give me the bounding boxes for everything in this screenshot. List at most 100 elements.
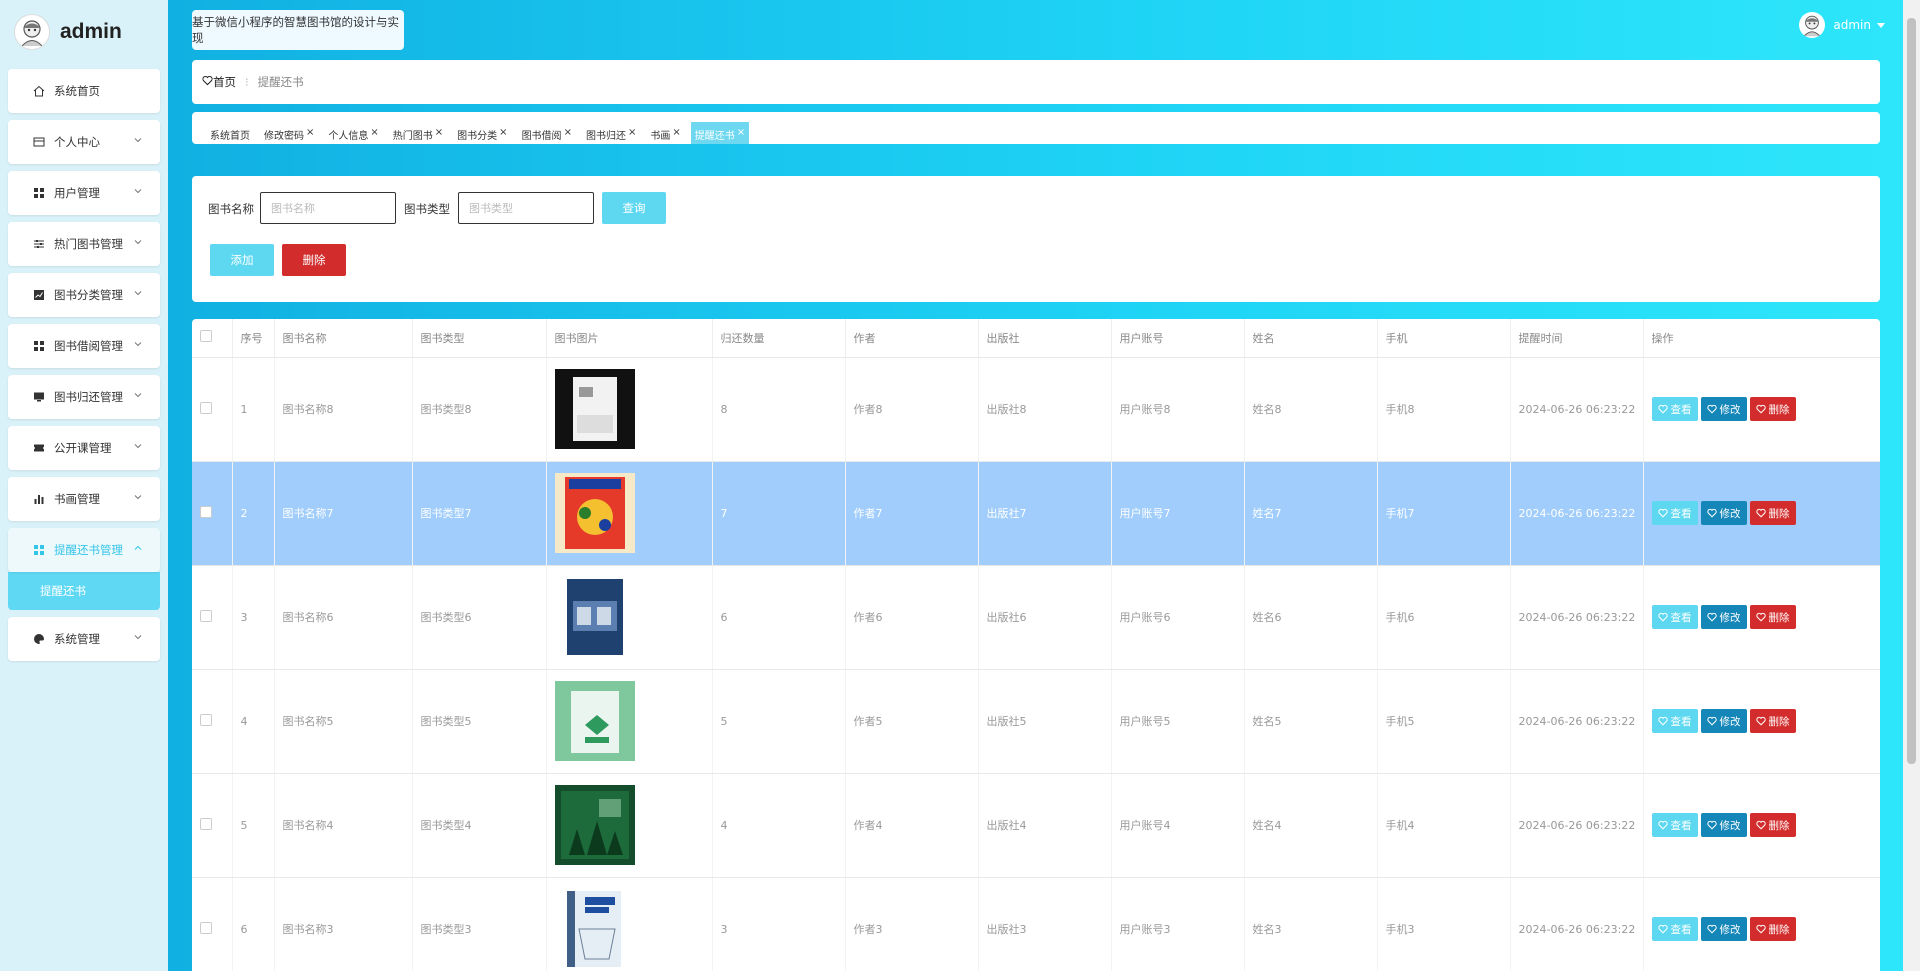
sidebar-item-painting[interactable]: 书画管理 [8,477,160,521]
query-button[interactable]: 查询 [602,192,666,224]
close-icon[interactable]: × [628,127,636,138]
close-icon[interactable]: × [435,127,443,138]
tag-return-reminder[interactable]: 提醒还书 × [690,122,750,144]
close-icon[interactable]: × [672,127,680,138]
table-row[interactable]: 2 图书名称7 图书类型7 7 作者7 出版社7 用户账号7 姓名7 手机7 2024-06-26… [192,461,1880,566]
close-icon[interactable]: × [737,127,745,138]
column-header: 序号 [232,319,275,358]
cell-actions: 查看 修改 删除 [1643,357,1880,462]
row-checkbox[interactable] [200,817,212,830]
delete-button[interactable]: 删除 [1749,501,1796,525]
book-name-input[interactable] [260,192,396,224]
delete-button[interactable]: 删除 [1749,709,1796,733]
sidebar-item-return-reminder[interactable]: 提醒还书管理 [8,528,160,572]
sidebar-item-system[interactable]: 系统管理 [8,617,160,661]
close-icon[interactable]: × [499,127,507,138]
edit-button[interactable]: 修改 [1700,813,1747,837]
row-select-cell[interactable] [192,669,233,774]
cell-author: 作者6 [845,565,979,670]
delete-button[interactable]: 删除 [1749,813,1796,837]
edit-button[interactable]: 修改 [1700,501,1747,525]
cell-realname: 姓名3 [1244,877,1378,971]
view-button[interactable]: 查看 [1651,605,1698,629]
sidebar-item-hot-books[interactable]: 热门图书管理 [8,222,160,266]
book-cover-image [554,889,635,969]
tag-hot-books[interactable]: 热门图书 × [389,122,447,144]
edit-button[interactable]: 修改 [1700,917,1747,941]
close-icon[interactable]: × [306,127,314,138]
table-row[interactable]: 6 图书名称3 图书类型3 3 作者3 出版社3 用户账号3 姓名3 手机3 2024-06-26… [192,877,1880,971]
sidebar-item-personal-center[interactable]: 个人中心 [8,120,160,164]
sidebar-item-book-category[interactable]: 图书分类管理 [8,273,160,317]
sidebar-item-label: 个人中心 [54,135,100,149]
book-type-input[interactable] [458,192,594,224]
row-select-cell[interactable] [192,565,233,670]
cell-book-name: 图书名称5 [274,669,413,774]
sidebar-item-label: 系统管理 [54,632,100,646]
view-button[interactable]: 查看 [1651,501,1698,525]
submenu-item-return-reminder[interactable]: 提醒还书 [8,572,160,610]
tag-painting[interactable]: 书画 × [646,122,684,144]
row-checkbox[interactable] [200,713,212,726]
table-row[interactable]: 5 图书名称4 图书类型4 4 作者4 出版社4 用户账号4 姓名4 手机4 2024-06-26… [192,773,1880,878]
page-scrollbar[interactable] [1903,0,1920,971]
delete-button[interactable]: 删除 [1749,917,1796,941]
row-checkbox[interactable] [200,505,212,518]
heart-icon [1706,924,1717,934]
tag-home[interactable]: 系统首页 [206,122,254,144]
cell-author: 作者3 [845,877,979,971]
sidebar-item-book-return[interactable]: 图书归还管理 [8,375,160,419]
close-icon[interactable]: × [370,127,378,138]
sidebar-item-open-course[interactable]: 公开课管理 [8,426,160,470]
chevron-down-icon [132,185,144,197]
view-button[interactable]: 查看 [1651,813,1698,837]
tag-personal-info[interactable]: 个人信息 × [324,122,382,144]
select-all-cell[interactable] [192,319,233,358]
edit-button[interactable]: 修改 [1700,397,1747,421]
table-row[interactable]: 3 图书名称6 图书类型6 6 作者6 出版社6 用户账号6 姓名6 手机6 2024-06-26… [192,565,1880,670]
edit-button[interactable]: 修改 [1700,709,1747,733]
row-checkbox[interactable] [200,401,212,414]
tag-book-return[interactable]: 图书归还 × [582,122,640,144]
view-button[interactable]: 查看 [1651,917,1698,941]
cell-return-qty: 3 [712,877,846,971]
heart-icon [1706,820,1717,830]
delete-label: 删除 [1768,819,1790,832]
cell-return-qty: 5 [712,669,846,774]
user-menu[interactable]: admin [1799,12,1885,38]
sidebar: admin 系统首页 个人中心 用户管理 热门图书管理 图书分类管理 图书借阅管… [0,0,168,971]
row-select-cell[interactable] [192,357,233,462]
batch-delete-button[interactable]: 删除 [282,244,346,276]
cell-return-qty: 4 [712,773,846,878]
row-select-cell[interactable] [192,773,233,878]
delete-button[interactable]: 删除 [1749,397,1796,421]
cell-reminder-time: 2024-06-26 06:23:22 [1510,669,1644,774]
row-select-cell[interactable] [192,461,233,566]
add-button[interactable]: 添加 [210,244,274,276]
select-all-checkbox[interactable] [200,330,212,343]
row-select-cell[interactable] [192,877,233,971]
sidebar-item-label: 公开课管理 [54,441,112,455]
tag-change-password[interactable]: 修改密码 × [260,122,318,144]
sidebar-item-book-borrow[interactable]: 图书借阅管理 [8,324,160,368]
scrollbar-thumb[interactable] [1907,18,1916,764]
table-body: 1 图书名称8 图书类型8 8 作者8 出版社8 用户账号8 姓名8 手机8 2024-06-26… [192,357,1880,971]
table-row[interactable]: 4 图书名称5 图书类型5 5 作者5 出版社5 用户账号5 姓名5 手机5 2024-06-26… [192,669,1880,774]
breadcrumb-home[interactable]: 首页 [202,74,236,90]
row-checkbox[interactable] [200,609,212,622]
sidebar-item-user-management[interactable]: 用户管理 [8,171,160,215]
book-cover-image [554,785,635,865]
column-header: 提醒时间 [1510,319,1644,358]
tag-book-category[interactable]: 图书分类 × [453,122,511,144]
close-icon[interactable]: × [564,127,572,138]
table-row[interactable]: 1 图书名称8 图书类型8 8 作者8 出版社8 用户账号8 姓名8 手机8 2024-06-26… [192,357,1880,462]
view-button[interactable]: 查看 [1651,397,1698,421]
delete-button[interactable]: 删除 [1749,605,1796,629]
sidebar-item-label: 提醒还书管理 [54,543,123,557]
sidebar-item-home[interactable]: 系统首页 [8,69,160,113]
edit-label: 修改 [1719,611,1741,624]
view-button[interactable]: 查看 [1651,709,1698,733]
tag-book-borrow[interactable]: 图书借阅 × [518,122,576,144]
edit-button[interactable]: 修改 [1700,605,1747,629]
row-checkbox[interactable] [200,921,212,934]
